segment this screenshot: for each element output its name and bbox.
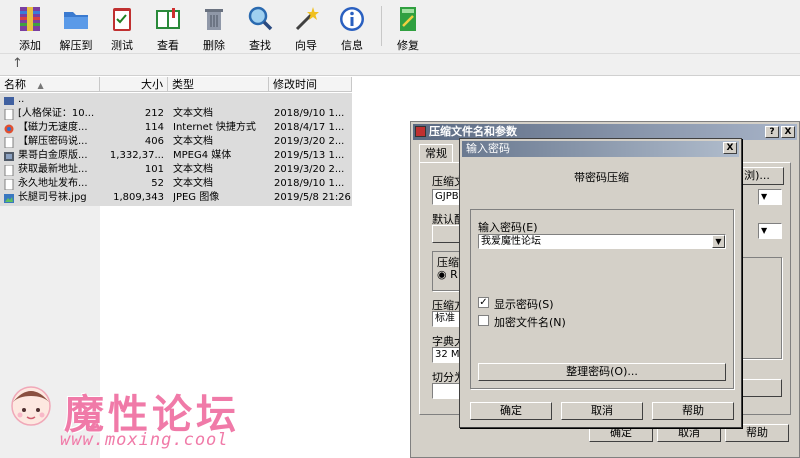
close-title-button[interactable]: X bbox=[723, 142, 737, 154]
organize-passwords-button[interactable]: 整理密码(O)... bbox=[478, 363, 726, 381]
folder-extract-icon bbox=[64, 12, 88, 29]
archive-add-icon bbox=[20, 7, 40, 31]
close-title-button[interactable]: X bbox=[781, 126, 795, 138]
toolbar: 添加 解压到 测试 查看 删除 查找 向导 信息 修复 bbox=[0, 0, 800, 54]
view-label: 查看 bbox=[157, 39, 179, 52]
column-header-modified[interactable]: 修改时间 bbox=[269, 77, 352, 92]
watermark-mascot-icon bbox=[11, 386, 51, 426]
list-item[interactable]: 长腿司号袜.jpg 1,809,343 JPEG 图像 2019/5/8 21:… bbox=[0, 191, 352, 205]
watermark-url: www.moxing.cool bbox=[60, 430, 229, 450]
list-item[interactable]: 永久地址发布... 52 文本文档 2018/9/10 1... bbox=[0, 177, 352, 191]
wand-icon bbox=[295, 7, 319, 31]
list-item[interactable]: 【磁力无速度... 114 Internet 快捷方式 2018/4/17 1.… bbox=[0, 121, 352, 135]
column-header-type[interactable]: 类型 bbox=[168, 77, 269, 92]
repair-label: 修复 bbox=[397, 39, 419, 52]
list-item[interactable]: [人格保证：10... 212 文本文档 2018/9/10 1... bbox=[0, 107, 352, 121]
find-button[interactable]: 查找 bbox=[236, 4, 284, 52]
repair-book-icon bbox=[400, 7, 416, 31]
image-file-icon bbox=[4, 194, 14, 203]
add-button[interactable]: 添加 bbox=[6, 4, 54, 52]
book-view-icon bbox=[156, 8, 180, 29]
folder-up-icon bbox=[4, 97, 14, 105]
password-help-button[interactable]: 帮助 bbox=[652, 402, 734, 420]
help-title-button[interactable]: ? bbox=[765, 126, 779, 138]
encrypt-filenames-checkbox[interactable] bbox=[478, 315, 489, 326]
test-button[interactable]: 测试 bbox=[98, 4, 146, 52]
magnifier-icon bbox=[248, 6, 273, 31]
text-file-icon bbox=[4, 109, 14, 120]
text-file-icon bbox=[4, 165, 14, 176]
list-item[interactable]: 果哥白金原版... 1,332,37... MPEG4 媒体 2019/5/13… bbox=[0, 149, 352, 163]
repair-button[interactable]: 修复 bbox=[384, 4, 432, 52]
list-item-parent[interactable]: .. bbox=[0, 93, 352, 107]
extract-to-button[interactable]: 解压到 bbox=[52, 4, 100, 52]
list-item[interactable]: 获取最新地址... 101 文本文档 2019/3/20 2... bbox=[0, 163, 352, 177]
password-input[interactable]: 我爱魔性论坛 ▼ bbox=[478, 234, 726, 249]
password-cancel-button[interactable]: 取消 bbox=[561, 402, 643, 420]
chevron-down-icon: ▼ bbox=[761, 192, 768, 201]
internet-shortcut-icon bbox=[4, 124, 14, 134]
format-radio[interactable]: ◉ R bbox=[437, 268, 458, 281]
info-label: 信息 bbox=[341, 39, 363, 52]
up-arrow-icon[interactable]: ↑ bbox=[12, 56, 23, 71]
sort-ascending-icon: ▲ bbox=[37, 81, 44, 90]
password-dialog-heading: 带密码压缩 bbox=[574, 171, 629, 184]
tab-general[interactable]: 常规 bbox=[419, 144, 453, 162]
password-ok-button[interactable]: 确定 bbox=[470, 402, 552, 420]
file-list-header: 名称 ▲ 大小 类型 修改时间 bbox=[0, 77, 352, 92]
text-file-icon bbox=[4, 137, 14, 148]
delete-button[interactable]: 删除 bbox=[190, 4, 238, 52]
toolbar-separator bbox=[381, 6, 382, 46]
password-dialog-titlebar[interactable]: 输入密码 X bbox=[462, 141, 739, 157]
extract-to-label: 解压到 bbox=[59, 39, 93, 52]
delete-label: 删除 bbox=[203, 39, 225, 52]
column-header-name[interactable]: 名称 ▲ bbox=[0, 77, 100, 92]
view-button[interactable]: 查看 bbox=[144, 4, 192, 52]
show-password-label: 显示密码(S) bbox=[494, 298, 554, 311]
info-button[interactable]: 信息 bbox=[328, 4, 376, 52]
test-label: 测试 bbox=[111, 39, 133, 52]
file-list: .. [人格保证：10... 212 文本文档 2018/9/10 1... 【… bbox=[0, 93, 352, 206]
wizard-button[interactable]: 向导 bbox=[282, 4, 330, 52]
clipboard-test-icon bbox=[113, 8, 131, 31]
wizard-label: 向导 bbox=[295, 39, 317, 52]
show-password-checkbox[interactable]: ✓ bbox=[478, 297, 489, 308]
trash-icon bbox=[205, 9, 223, 30]
info-icon bbox=[340, 7, 364, 31]
add-label: 添加 bbox=[19, 39, 41, 52]
password-dialog: 输入密码 X 带密码压缩 输入密码(E) 我爱魔性论坛 ▼ ✓ 显示密码(S) … bbox=[459, 138, 742, 428]
encrypt-filenames-label: 加密文件名(N) bbox=[494, 316, 566, 329]
column-header-size[interactable]: 大小 bbox=[100, 77, 168, 92]
chevron-down-icon: ▼ bbox=[761, 226, 768, 235]
video-file-icon bbox=[4, 152, 14, 161]
update-mode-dropdown[interactable]: ▼ bbox=[758, 223, 782, 239]
text-file-icon bbox=[4, 179, 14, 190]
winrar-title-icon bbox=[415, 126, 426, 137]
chevron-down-icon[interactable]: ▼ bbox=[712, 235, 725, 248]
find-label: 查找 bbox=[249, 39, 271, 52]
path-bar: ↑ bbox=[0, 54, 800, 76]
archive-name-dropdown[interactable]: ▼ bbox=[758, 189, 782, 205]
enter-password-label: 输入密码(E) bbox=[478, 221, 538, 234]
list-item[interactable]: 【解压密码说... 406 文本文档 2019/3/20 2... bbox=[0, 135, 352, 149]
